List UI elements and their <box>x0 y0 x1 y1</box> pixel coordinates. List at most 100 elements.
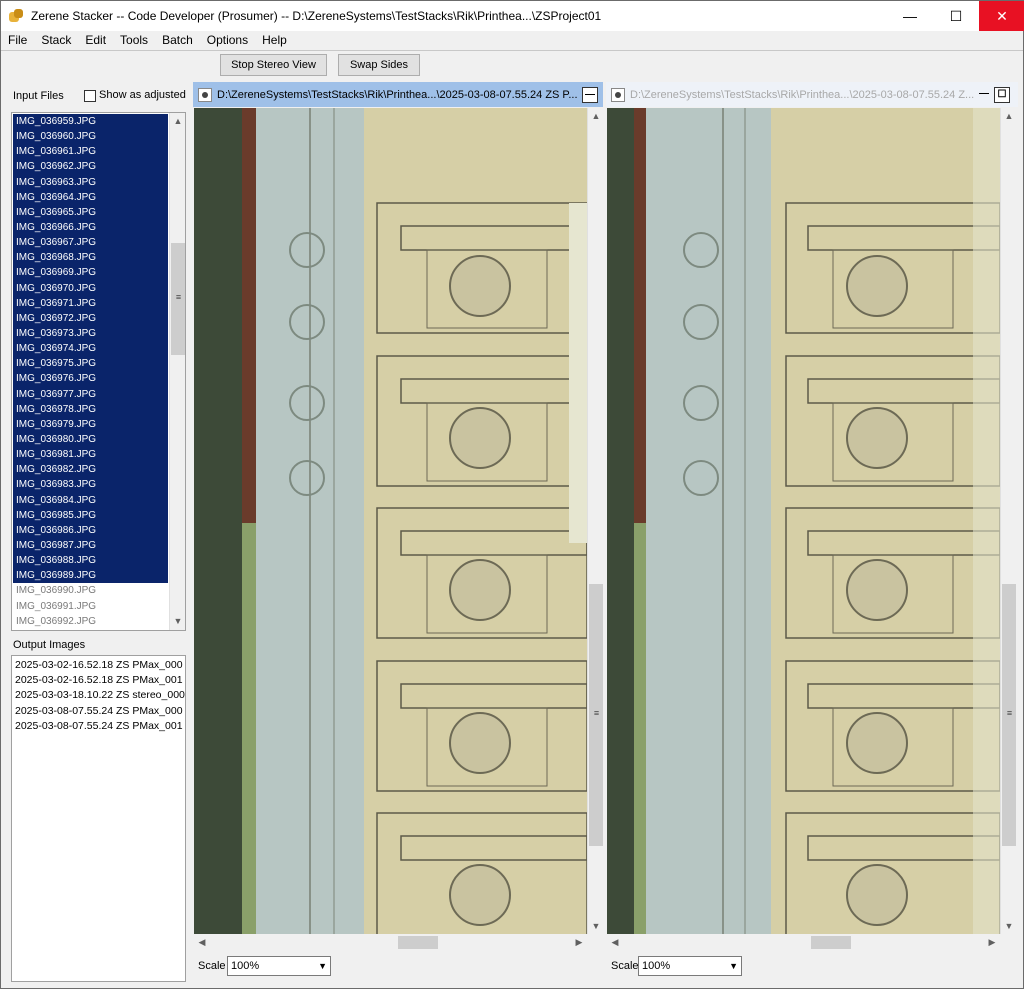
output-image-item[interactable]: 2025-03-03-18.10.22 ZS stereo_000 <box>12 688 185 703</box>
scrollbar-thumb[interactable] <box>398 936 438 949</box>
maximize-icon[interactable]: ☐ <box>933 1 979 31</box>
toolbar: Stop Stereo View Swap Sides <box>1 51 1023 79</box>
scrollbar-thumb[interactable]: ≡ <box>171 243 185 355</box>
menu-file[interactable]: File <box>1 31 34 50</box>
input-file-item[interactable]: IMG_036977.JPG <box>13 386 168 402</box>
pad-circle <box>449 407 511 469</box>
input-file-item[interactable]: IMG_036984.JPG <box>13 492 168 508</box>
input-file-item[interactable]: IMG_036962.JPG <box>13 159 168 175</box>
left-scale-select[interactable]: 100% ▼ <box>227 956 331 976</box>
input-file-item[interactable]: IMG_036973.JPG <box>13 325 168 342</box>
input-file-item[interactable]: IMG_036979.JPG <box>13 416 168 432</box>
input-file-item[interactable]: IMG_036968.JPG <box>13 250 168 266</box>
input-file-item[interactable]: IMG_036987.JPG <box>13 537 168 554</box>
scroll-up-icon[interactable]: ▲ <box>170 113 185 129</box>
input-file-item[interactable]: IMG_036988.JPG <box>13 553 168 569</box>
input-file-item[interactable]: IMG_036991.JPG <box>13 598 168 614</box>
input-file-item[interactable]: IMG_036985.JPG <box>13 507 168 523</box>
left-pane-title: D:\ZereneSystems\TestStacks\Rik\Printhea… <box>217 88 578 101</box>
input-file-item[interactable]: IMG_036970.JPG <box>13 280 168 296</box>
input-file-item[interactable]: IMG_036963.JPG <box>13 174 168 190</box>
right-pane-hscrollbar[interactable]: ◀ ▶ <box>607 934 1000 951</box>
input-file-item[interactable]: IMG_036974.JPG <box>13 341 168 357</box>
input-file-item[interactable]: IMG_036990.JPG <box>13 583 168 599</box>
edge-highlight <box>973 108 1000 934</box>
output-image-item[interactable]: 2025-03-08-07.55.24 ZS PMax_001 <box>12 719 185 734</box>
input-file-item[interactable]: IMG_036986.JPG <box>13 522 168 538</box>
menu-stack[interactable]: Stack <box>34 31 78 50</box>
stop-stereo-view-button[interactable]: Stop Stereo View <box>220 54 327 76</box>
menu-bar: File Stack Edit Tools Batch Options Help <box>1 31 1023 50</box>
input-file-item[interactable]: IMG_036983.JPG <box>13 477 168 493</box>
swap-sides-button[interactable]: Swap Sides <box>338 54 420 76</box>
grip-icon: ≡ <box>1006 708 1013 718</box>
left-pane-header[interactable]: D:\ZereneSystems\TestStacks\Rik\Printhea… <box>193 82 603 107</box>
input-files-scrollbar[interactable]: ▲ ≡ ▼ <box>169 113 185 630</box>
scrollbar-thumb[interactable] <box>811 936 851 949</box>
scrollbar-thumb[interactable]: ≡ <box>1002 584 1016 846</box>
output-image-item[interactable]: 2025-03-08-07.55.24 ZS PMax_000 <box>12 704 185 719</box>
input-file-item[interactable]: IMG_036960.JPG <box>13 129 168 145</box>
scroll-left-icon[interactable]: ◀ <box>607 934 623 951</box>
input-file-item[interactable]: IMG_036969.JPG <box>13 265 168 281</box>
menu-edit[interactable]: Edit <box>78 31 113 50</box>
input-file-item[interactable]: IMG_036966.JPG <box>13 219 168 236</box>
right-pane-minimize-icon[interactable]: — <box>976 87 992 103</box>
scroll-up-icon[interactable]: ▲ <box>588 108 604 124</box>
input-file-item[interactable]: IMG_036975.JPG <box>13 356 168 372</box>
input-file-item[interactable]: IMG_036981.JPG <box>13 447 168 463</box>
input-file-item[interactable]: IMG_036961.JPG <box>13 144 168 160</box>
pad-circle <box>846 864 908 926</box>
document-icon <box>611 87 625 102</box>
menu-options[interactable]: Options <box>200 31 255 50</box>
input-file-item[interactable]: IMG_036972.JPG <box>13 310 168 326</box>
input-file-item[interactable]: IMG_036980.JPG <box>13 431 168 448</box>
input-file-item[interactable]: IMG_036992.JPG <box>13 613 168 629</box>
scroll-down-icon[interactable]: ▼ <box>170 613 185 629</box>
right-pane-header[interactable]: D:\ZereneSystems\TestStacks\Rik\Printhea… <box>606 82 1018 107</box>
copper-strip <box>242 108 256 523</box>
right-pane-vscrollbar[interactable]: ▲ ≡ ▼ <box>1000 108 1017 934</box>
menu-batch[interactable]: Batch <box>155 31 200 50</box>
left-pane-vscrollbar[interactable]: ▲ ≡ ▼ <box>587 108 604 934</box>
input-file-item[interactable]: IMG_036964.JPG <box>13 189 168 205</box>
scroll-up-icon[interactable]: ▲ <box>1001 108 1017 124</box>
right-pane-maximize-icon[interactable]: ☐ <box>994 87 1010 103</box>
input-files-list[interactable]: IMG_036959.JPG IMG_036960.JPG IMG_036961.J… <box>11 112 186 631</box>
scroll-left-icon[interactable]: ◀ <box>194 934 210 951</box>
input-file-item[interactable]: IMG_036989.JPG <box>13 568 168 584</box>
left-image-view[interactable] <box>194 108 587 934</box>
output-images-items: 2025-03-02-16.52.18 ZS PMax_000 2025-03-0… <box>12 656 185 734</box>
scroll-right-icon[interactable]: ▶ <box>571 934 587 951</box>
menu-help[interactable]: Help <box>255 31 294 50</box>
output-images-list[interactable]: 2025-03-02-16.52.18 ZS PMax_000 2025-03-0… <box>11 655 186 982</box>
input-file-item[interactable]: IMG_036959.JPG <box>13 114 168 130</box>
right-scale-select[interactable]: 100% ▼ <box>638 956 742 976</box>
menu-tools[interactable]: Tools <box>113 31 155 50</box>
output-image-item[interactable]: 2025-03-02-16.52.18 ZS PMax_001 <box>12 673 185 688</box>
scrollbar-thumb[interactable]: ≡ <box>589 584 603 846</box>
input-file-item[interactable]: IMG_036978.JPG <box>13 401 168 417</box>
scroll-down-icon[interactable]: ▼ <box>1001 918 1017 934</box>
left-image-pane: D:\ZereneSystems\TestStacks\Rik\Printhea… <box>193 82 604 982</box>
input-file-item[interactable]: IMG_036982.JPG <box>13 462 168 478</box>
window-title: Zerene Stacker -- Code Developer (Prosum… <box>31 9 602 23</box>
input-file-item[interactable]: IMG_036976.JPG <box>13 371 168 387</box>
scroll-down-icon[interactable]: ▼ <box>588 918 604 934</box>
app-window: Zerene Stacker -- Code Developer (Prosum… <box>0 0 1024 989</box>
input-file-item[interactable]: IMG_036971.JPG <box>13 295 168 311</box>
left-pane-minimize-icon[interactable]: — <box>582 87 598 103</box>
input-file-item[interactable]: IMG_036967.JPG <box>13 235 168 251</box>
output-image-item[interactable]: 2025-03-02-16.52.18 ZS PMax_000 <box>12 658 185 673</box>
green-strip <box>634 523 646 934</box>
scale-value: 100% <box>642 960 671 972</box>
edge-highlight <box>569 203 587 543</box>
right-image-view[interactable] <box>607 108 1000 934</box>
minimize-icon[interactable]: — <box>887 1 933 31</box>
scroll-right-icon[interactable]: ▶ <box>984 934 1000 951</box>
input-file-item[interactable]: IMG_036965.JPG <box>13 204 168 220</box>
show-as-adjusted-label[interactable]: Show as adjusted <box>99 89 186 101</box>
close-icon[interactable]: ✕ <box>979 1 1024 31</box>
left-pane-hscrollbar[interactable]: ◀ ▶ <box>194 934 587 951</box>
show-as-adjusted-checkbox[interactable] <box>84 90 96 102</box>
